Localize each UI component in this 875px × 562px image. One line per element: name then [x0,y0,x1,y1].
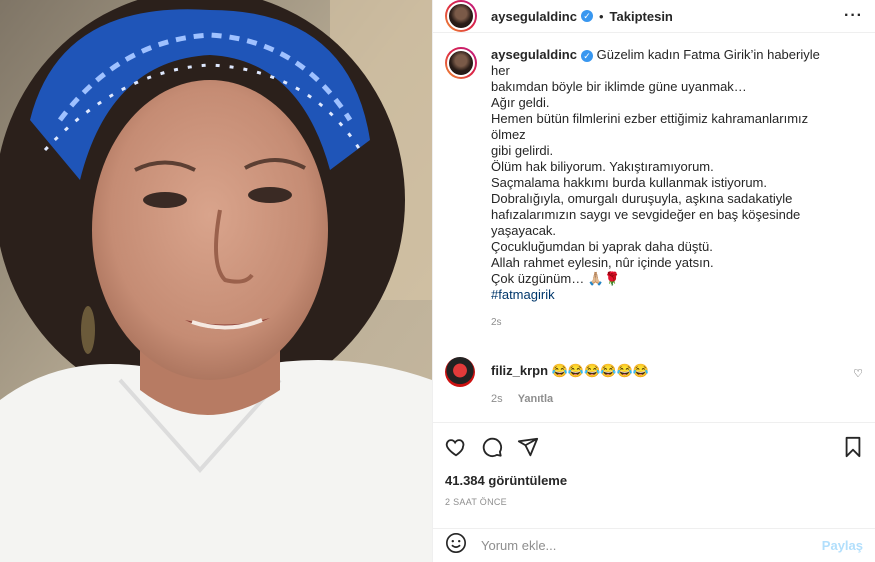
reply-button[interactable]: Yanıtla [518,393,553,405]
caption-line: bakımdan böyle bir iklimde güne uyanmak… [491,79,747,94]
verified-badge-icon: ✓ [580,49,593,62]
caption-line: Çok üzgünüm… 🙏🏼🌹 [491,271,621,286]
post-header: aysegulaldinc ✓ • Takiptesin ··· [433,0,875,33]
author-username[interactable]: aysegulaldinc [491,9,577,24]
emoji-picker-icon[interactable] [445,532,467,560]
caption-line: Çocukluğumdan bi yaprak daha düştü. [491,239,713,254]
more-options-icon[interactable]: ··· [844,7,863,25]
caption-line: Ölüm hak biliyorum. Yakıştıramıyorum. [491,159,714,174]
post-details-panel: aysegulaldinc ✓ • Takiptesin ··· aysegul… [432,0,875,562]
portrait-photo [0,0,432,562]
commenter-avatar[interactable] [445,357,475,387]
comment-text: 😂😂😂😂😂😂 [551,363,649,378]
follow-status-button[interactable]: Takiptesin [610,9,673,24]
separator-dot: • [598,8,604,24]
comment-item: filiz_krpn 😂😂😂😂😂😂 2s Yanıtla ♡ [445,357,863,407]
caption-line: Allah rahmet eylesin, nûr içinde yatsın. [491,255,714,270]
caption-line: Hemen bütün filmlerini ezber ettiğimiz k… [491,111,809,142]
instagram-post: aysegulaldinc ✓ • Takiptesin ··· aysegul… [0,0,875,562]
comment-username[interactable]: filiz_krpn [491,363,548,378]
bookmark-icon[interactable] [843,436,863,462]
caption-author-avatar[interactable] [445,47,477,79]
comment-input[interactable] [481,538,822,553]
like-heart-icon[interactable] [445,436,467,462]
caption-line: gibi gelirdi. [491,143,554,158]
view-count[interactable]: 41.384 görüntüleme [445,473,863,488]
caption-line: Saçmalama hakkımı burda kullanmak istiyo… [491,175,767,190]
comment-bubble-icon[interactable] [481,436,503,462]
caption-line: Dobralığıyla, omurgalı duruşuyla, aşkına… [491,191,793,206]
post-age[interactable]: 2 SAAT ÖNCE [445,497,863,507]
share-send-icon[interactable] [517,436,539,462]
caption: aysegulaldinc ✓ Güzelim kadın Fatma Girik… [445,47,863,331]
add-comment-bar: Paylaş [433,528,875,562]
post-image[interactable] [0,0,432,562]
caption-username[interactable]: aysegulaldinc [491,47,577,62]
like-comment-heart-icon[interactable]: ♡ [853,367,863,380]
author-avatar[interactable] [445,0,477,32]
caption-line: Ağır geldi. [491,95,550,110]
caption-line: hafızalarımızın saygı ve sevgideğer en b… [491,207,801,238]
hashtag-link[interactable]: #fatmagirik [491,287,841,303]
caption-timestamp[interactable]: 2s [491,315,841,331]
post-comment-button[interactable]: Paylaş [822,538,863,553]
verified-badge-icon: ✓ [580,10,593,22]
comment-timestamp[interactable]: 2s [491,393,503,405]
comments-scroll-area[interactable]: aysegulaldinc ✓ Güzelim kadın Fatma Girik… [433,33,875,422]
